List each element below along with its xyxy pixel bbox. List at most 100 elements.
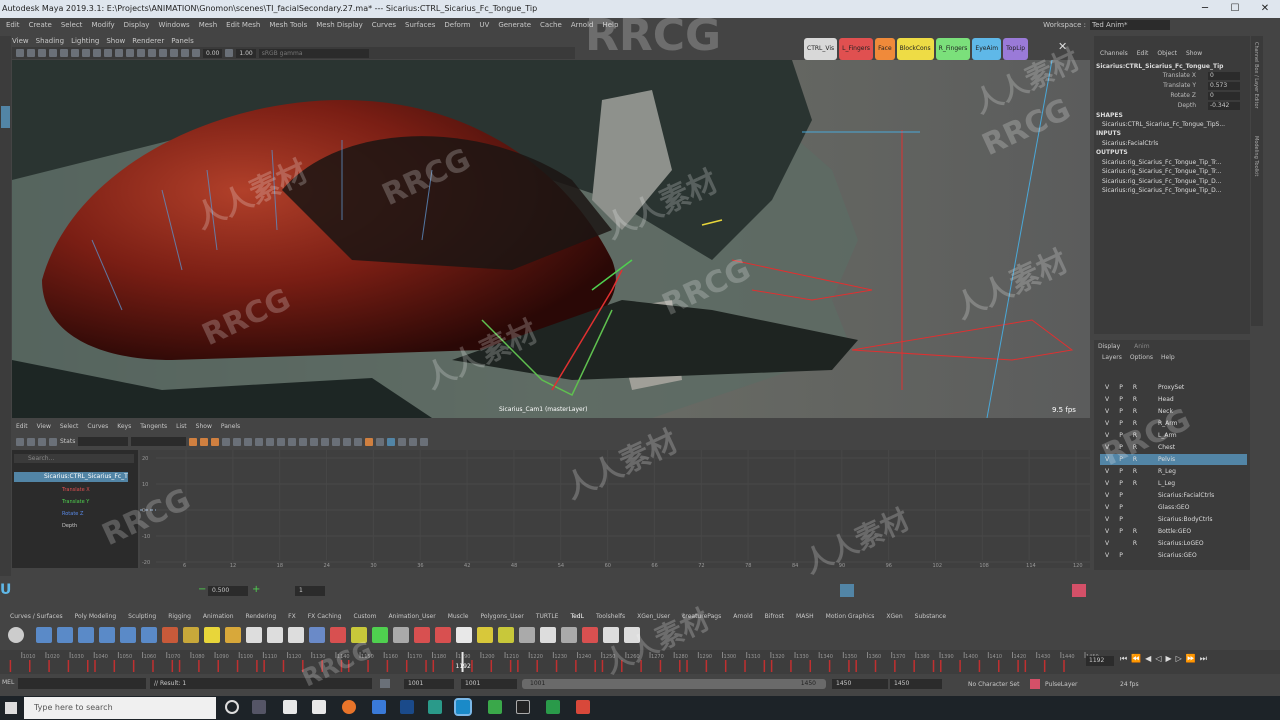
color-space-dropdown[interactable]: sRGB gamma (258, 48, 369, 58)
menu-mesh-tools[interactable]: Mesh Tools (269, 21, 307, 29)
layer-name[interactable]: Sicarius:FacialCtrls (1142, 492, 1214, 499)
layer-name[interactable]: Head (1142, 396, 1174, 403)
windows-start-icon[interactable] (5, 702, 17, 714)
lock-camera-icon[interactable] (27, 49, 35, 57)
gear-icon[interactable] (8, 627, 24, 643)
layer-row[interactable]: V P Sicarius:GEO (1100, 550, 1247, 561)
shelf-tab[interactable]: XGen_User (637, 613, 670, 622)
layer-name[interactable]: ProxySet (1142, 384, 1184, 391)
gamma-field[interactable]: 1.00 (236, 48, 256, 58)
shelf-tool-icon[interactable] (309, 627, 325, 643)
shelf-tab[interactable]: MASH (796, 613, 814, 622)
shelf-tool-icon[interactable] (414, 627, 430, 643)
shelf-tab[interactable]: FX Caching (308, 613, 342, 622)
layer-visible-toggle[interactable]: V (1100, 432, 1114, 439)
shelf-tool-icon[interactable] (36, 627, 52, 643)
layer-visible-toggle[interactable]: V (1100, 468, 1114, 475)
vis-button-ctrl[interactable]: CTRL_Vis (804, 38, 838, 60)
menu-help[interactable]: Help (602, 21, 618, 29)
layer-name[interactable]: Bottle:GEO (1142, 528, 1191, 535)
layer-name[interactable]: L_Leg (1142, 480, 1175, 487)
app-icon[interactable] (283, 700, 297, 714)
input-node[interactable]: Sicarius:FacialCtrls (1102, 140, 1158, 147)
shelf-tool-icon[interactable] (540, 627, 556, 643)
outliner-search-input[interactable]: Search... (14, 454, 134, 463)
auto-tangent-icon[interactable] (222, 437, 231, 446)
bookmark-icon[interactable] (38, 49, 46, 57)
isolate-icon[interactable] (192, 49, 200, 57)
shelf-tab[interactable]: FX (288, 613, 296, 622)
layer-name[interactable]: L_Arm (1142, 432, 1177, 439)
shelf-tab[interactable]: Toolshelfs (596, 613, 625, 622)
shelf-tool-icon[interactable] (498, 627, 514, 643)
layer-reference-toggle[interactable]: R (1128, 540, 1142, 547)
free-weight-icon[interactable] (321, 437, 330, 446)
app-icon[interactable] (372, 700, 386, 714)
menu-edit[interactable]: Edit (6, 21, 20, 29)
layer-visible-toggle[interactable]: V (1100, 540, 1114, 547)
film-gate-icon[interactable] (71, 49, 79, 57)
character-set-label[interactable]: No Character Set (968, 681, 1019, 688)
shelf-tab[interactable]: Sculpting (128, 613, 156, 622)
layer-row[interactable]: V P R R_Leg (1100, 466, 1247, 477)
shelf-tab[interactable]: Poly Modeling (75, 613, 117, 622)
layer-visible-toggle[interactable]: V (1100, 528, 1114, 535)
trax-icon[interactable] (420, 437, 429, 446)
cortana-icon[interactable] (225, 700, 239, 714)
workspace-value[interactable]: Ted Anim* (1090, 20, 1170, 30)
app-icon[interactable] (516, 700, 530, 714)
layer-reference-toggle[interactable]: R (1128, 432, 1142, 439)
shelf-tool-icon[interactable] (561, 627, 577, 643)
command-input[interactable] (18, 678, 146, 689)
anim-layer-label[interactable]: PulseLayer (1045, 681, 1078, 688)
dope-sheet-icon[interactable] (409, 437, 418, 446)
safe-area-icon[interactable] (93, 49, 101, 57)
gamma-icon[interactable] (225, 49, 234, 57)
tab-channel-box-layer-editor[interactable]: Channel Box / Layer Editor (1253, 42, 1259, 109)
layer-reference-toggle[interactable]: R (1128, 384, 1142, 391)
start-frame-field[interactable]: 1001 (404, 679, 454, 689)
attr-value-translate-x[interactable]: 0 (1208, 72, 1240, 80)
layer-visible-toggle[interactable]: V (1100, 552, 1114, 559)
normalize-icon[interactable] (387, 437, 396, 446)
layer-row[interactable]: V P R Pelvis (1100, 454, 1247, 465)
layer-playback-toggle[interactable]: P (1114, 408, 1128, 415)
lights-icon[interactable] (137, 49, 145, 57)
stats-field-value[interactable] (131, 437, 187, 446)
channel-translate-x[interactable]: Translate X (62, 487, 90, 493)
time-slider[interactable]: 1010 1020 1030 1040 1050 1060 1070 1080 1090 1100… (0, 650, 1280, 674)
shelf-tab[interactable]: Muscle (448, 613, 469, 622)
layer-playback-toggle[interactable]: P (1114, 432, 1128, 439)
vp-menu-renderer[interactable]: Renderer (132, 37, 164, 45)
layer-name[interactable]: Neck (1142, 408, 1173, 415)
layer-reference-toggle[interactable]: R (1128, 420, 1142, 427)
channel-depth[interactable]: Depth (62, 523, 77, 529)
layer-playback-toggle[interactable]: P (1114, 492, 1128, 499)
shelf-tab[interactable]: XGen (886, 613, 902, 622)
resolution-gate-icon[interactable] (82, 49, 90, 57)
vis-button-r-fingers[interactable]: R_Fingers (935, 38, 971, 60)
layer-row[interactable]: V P Sicarius:FacialCtrls (1100, 490, 1247, 501)
vp-menu-view[interactable]: View (12, 37, 29, 45)
layer-name[interactable]: Sicarius:GEO (1142, 552, 1197, 559)
ge-menu-select[interactable]: Select (60, 423, 79, 430)
step-forward-key-icon[interactable]: ⏩ (1186, 654, 1196, 664)
shelf-tool-icon[interactable] (204, 627, 220, 643)
layer-visible-toggle[interactable]: V (1100, 516, 1114, 523)
ge-menu-list[interactable]: List (176, 423, 187, 430)
layer-playback-toggle[interactable]: P (1114, 516, 1128, 523)
select-tool-icon[interactable] (1, 106, 10, 128)
shelf-tool-icon[interactable] (330, 627, 346, 643)
shape-node[interactable]: Sicarius:CTRL_Sicarius_Fc_Tongue_TipS... (1102, 121, 1225, 128)
tab-anim[interactable]: Anim (1134, 343, 1149, 350)
layer-reference-toggle[interactable]: R (1128, 468, 1142, 475)
shelf-tool-icon[interactable] (141, 627, 157, 643)
step-back-key-icon[interactable]: ⏪ (1131, 654, 1141, 664)
go-to-end-icon[interactable]: ⏭ (1200, 654, 1207, 664)
layer-row[interactable]: V P R L_Arm (1100, 430, 1247, 441)
layer-playback-toggle[interactable]: P (1114, 468, 1128, 475)
viewport-3d[interactable] (12, 60, 1090, 418)
photoshop-icon[interactable] (400, 700, 414, 714)
output-node[interactable]: Sicarius:rig_Sicarius_Fc_Tongue_Tip_Tr..… (1102, 168, 1222, 175)
maya-icon[interactable] (454, 698, 472, 716)
